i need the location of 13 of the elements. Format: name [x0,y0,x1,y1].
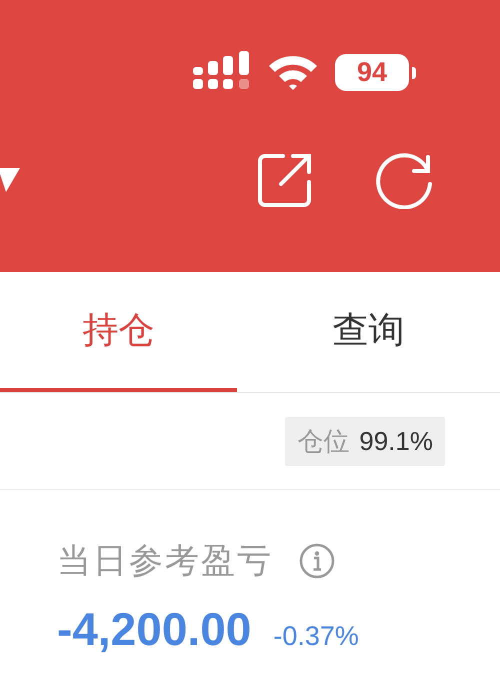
tab[interactable]: 持仓 [0,272,237,392]
pnl-value: -4,200.00 [57,602,252,656]
info-icon[interactable] [299,543,335,579]
signal-icon [193,51,251,91]
pnl-percent: -0.37% [273,621,359,652]
wifi-icon [267,53,319,91]
position-value: 99.1% [359,426,433,456]
pnl-label: 当日参考盈亏 [57,541,273,582]
refresh-icon[interactable] [376,151,434,209]
share-icon[interactable] [257,152,313,208]
caret-icon[interactable] [0,167,20,193]
position-label: 仓位 [297,424,350,458]
tab[interactable]: 查询 [237,272,500,392]
